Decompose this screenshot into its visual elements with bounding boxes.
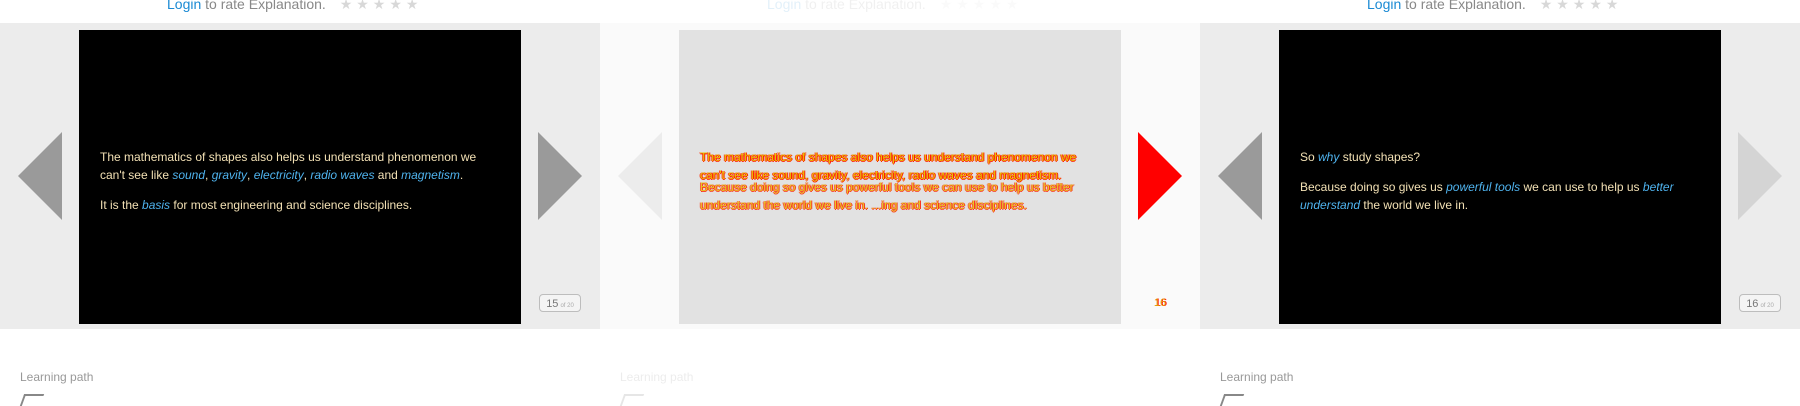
- page-number-badge[interactable]: 15 of 20: [539, 294, 581, 312]
- slide-text-segment: and: [374, 168, 402, 182]
- slide-text-segment: study shapes?: [1339, 150, 1421, 164]
- right-arrow-icon[interactable]: [1138, 132, 1182, 220]
- ghost-line-b: Because doing so gives us powerful tools…: [700, 180, 1074, 212]
- slide-text-segment: ,: [247, 168, 254, 182]
- rate-text: to rate Explanation.: [201, 0, 326, 12]
- left-arrow-icon[interactable]: [1218, 132, 1262, 220]
- login-link[interactable]: Login: [1367, 0, 1401, 12]
- learning-path-label: Learning path: [620, 370, 694, 384]
- left-arrow-icon[interactable]: [618, 132, 662, 220]
- learning-path-icon[interactable]: [1219, 394, 1245, 406]
- right-arrow-icon[interactable]: [538, 132, 582, 220]
- slide-paragraph: The mathematics of shapes also helps us …: [100, 148, 500, 184]
- page-number: 16: [1746, 298, 1759, 310]
- highlighted-term: electricity: [253, 168, 304, 182]
- left-arrow-icon[interactable]: [18, 132, 62, 220]
- slideshow-frame-transition: Login to rate Explanation. ★★★★★ The mat…: [600, 0, 1200, 406]
- learning-path-label: Learning path: [20, 370, 94, 384]
- slide-stage: So why study shapes? Because doing so giv…: [1200, 23, 1800, 329]
- rate-line: Login to rate Explanation. ★★★★★: [767, 0, 1022, 13]
- slide-text-segment: .: [459, 168, 464, 182]
- slide-text-segment: we can use to help us: [1520, 180, 1643, 194]
- slide-text: The mathematics of shapes also helps us …: [100, 148, 500, 226]
- learning-path-label: Learning path: [1220, 370, 1294, 384]
- slide-paragraph: Because doing so gives us powerful tools…: [1300, 178, 1700, 214]
- highlighted-term: why: [1318, 150, 1340, 164]
- page-unit: of 20: [1760, 303, 1774, 309]
- slide-text-segment: ,: [205, 168, 212, 182]
- slide-paragraph: So why study shapes?: [1300, 148, 1700, 166]
- slide-text-segment: Because doing so gives us: [1300, 180, 1447, 194]
- page-unit: of 20: [560, 303, 574, 309]
- slide-text-segment: the world we live in.: [1360, 198, 1469, 212]
- highlighted-term: magnetism: [401, 168, 460, 182]
- slideshow-frame-left: Login to rate Explanation. ★★★★★ The mat…: [0, 0, 600, 406]
- slide-transitioning: The mathematics of shapes also helps us …: [679, 30, 1121, 324]
- page-number: 15: [546, 298, 559, 310]
- slide-text: So why study shapes? Because doing so giv…: [1300, 148, 1700, 226]
- slide-paragraph: It is the basis for most engineering and…: [100, 196, 500, 214]
- rating-stars[interactable]: ★★★★★: [940, 0, 1023, 12]
- rate-line: Login to rate Explanation. ★★★★★: [167, 0, 422, 13]
- slide: The mathematics of shapes also helps us …: [79, 30, 521, 324]
- rate-line: Login to rate Explanation. ★★★★★: [1367, 0, 1622, 13]
- highlighted-term: sound: [172, 168, 206, 182]
- rate-text: to rate Explanation.: [1401, 0, 1526, 12]
- highlighted-term: powerful tools: [1446, 180, 1521, 194]
- slideshow-frame-right: Login to rate Explanation. ★★★★★ So why …: [1200, 0, 1800, 406]
- login-link[interactable]: Login: [167, 0, 201, 12]
- learning-path-icon[interactable]: [19, 394, 45, 406]
- ghost-text-b: Because doing so gives us powerful tools…: [700, 178, 1100, 214]
- rate-text: to rate Explanation.: [801, 0, 926, 12]
- slide-stage: The mathematics of shapes also helps us …: [0, 23, 600, 329]
- learning-path-icon[interactable]: [619, 394, 645, 406]
- highlighted-term: gravity: [211, 168, 248, 182]
- login-link[interactable]: Login: [767, 0, 801, 12]
- page-number-badge[interactable]: 16 of 20: [1739, 294, 1781, 312]
- slide: So why study shapes? Because doing so giv…: [1279, 30, 1721, 324]
- page-number-badge[interactable]: 16: [1139, 294, 1181, 312]
- slide-stage: The mathematics of shapes also helps us …: [600, 23, 1200, 329]
- rating-stars[interactable]: ★★★★★: [340, 0, 423, 12]
- slide-text-segment: It is the: [100, 198, 143, 212]
- highlighted-term: radio waves: [310, 168, 375, 182]
- slide-text-segment: So: [1300, 150, 1319, 164]
- highlighted-term: basis: [142, 198, 171, 212]
- slide-text-segment: for most engineering and science discipl…: [170, 198, 413, 212]
- rating-stars[interactable]: ★★★★★: [1540, 0, 1623, 12]
- right-arrow-icon[interactable]: [1738, 132, 1782, 220]
